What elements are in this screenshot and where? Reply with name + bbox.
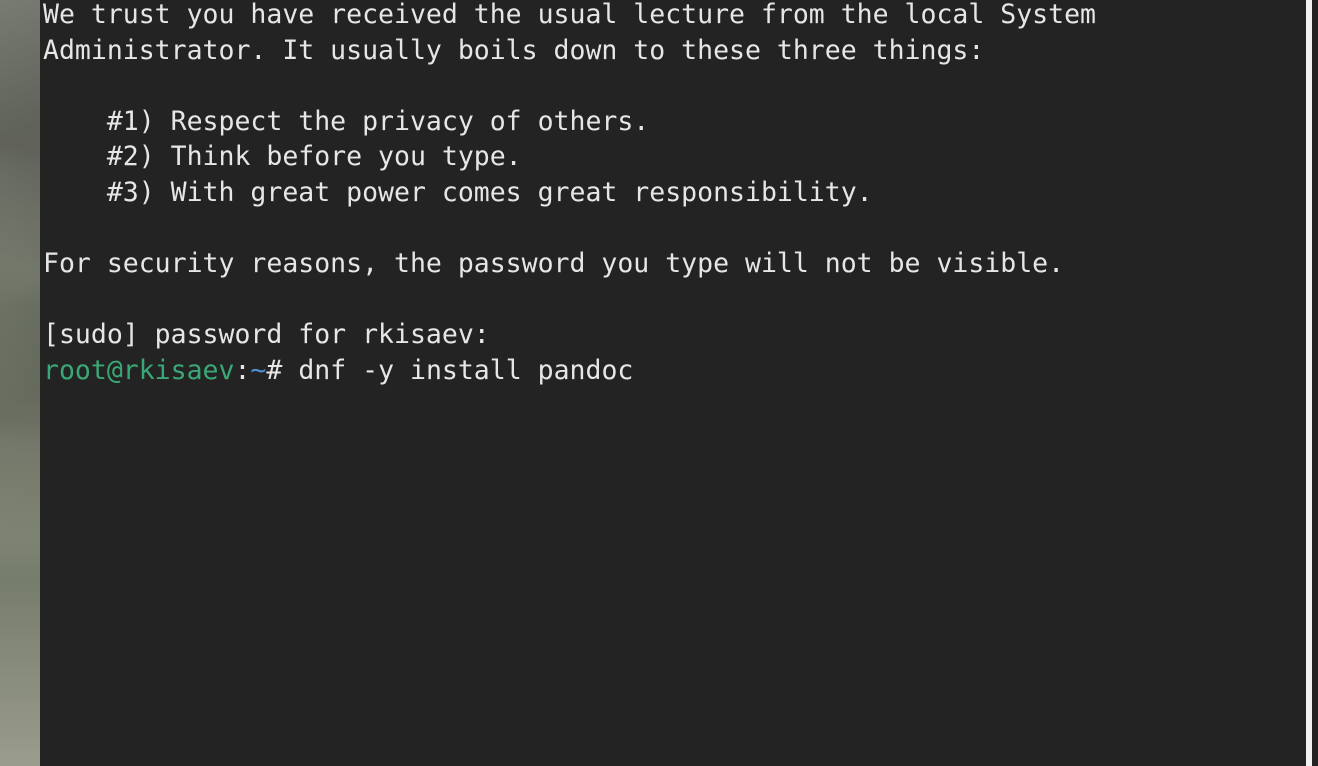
- command-text[interactable]: dnf -y install pandoc: [282, 355, 633, 386]
- terminal-line: #1) Respect the privacy of others.: [43, 105, 650, 137]
- terminal-window[interactable]: We trust you have received the usual lec…: [40, 0, 1312, 766]
- prompt-symbol: #: [266, 354, 283, 386]
- prompt-user-host: root@rkisaev: [43, 354, 235, 386]
- terminal-line: #2) Think before you type.: [43, 141, 522, 173]
- terminal-line: We trust you have received the usual lec…: [43, 0, 1096, 30]
- desktop-wallpaper: [0, 0, 40, 766]
- prompt-separator: :: [234, 354, 251, 386]
- prompt-path: ~: [250, 354, 267, 386]
- terminal-line: #3) With great power comes great respons…: [43, 176, 873, 208]
- terminal-output[interactable]: We trust you have received the usual lec…: [43, 0, 1096, 389]
- command-prompt-line[interactable]: root@rkisaev:~# dnf -y install pandoc: [43, 353, 1096, 389]
- terminal-line: For security reasons, the password you t…: [43, 248, 1065, 280]
- desktop-screen: We trust you have received the usual lec…: [0, 0, 1318, 766]
- terminal-line: [sudo] password for rkisaev:: [43, 319, 490, 351]
- window-edge: [1306, 0, 1312, 766]
- terminal-line: Administrator. It usually boils down to …: [43, 34, 985, 66]
